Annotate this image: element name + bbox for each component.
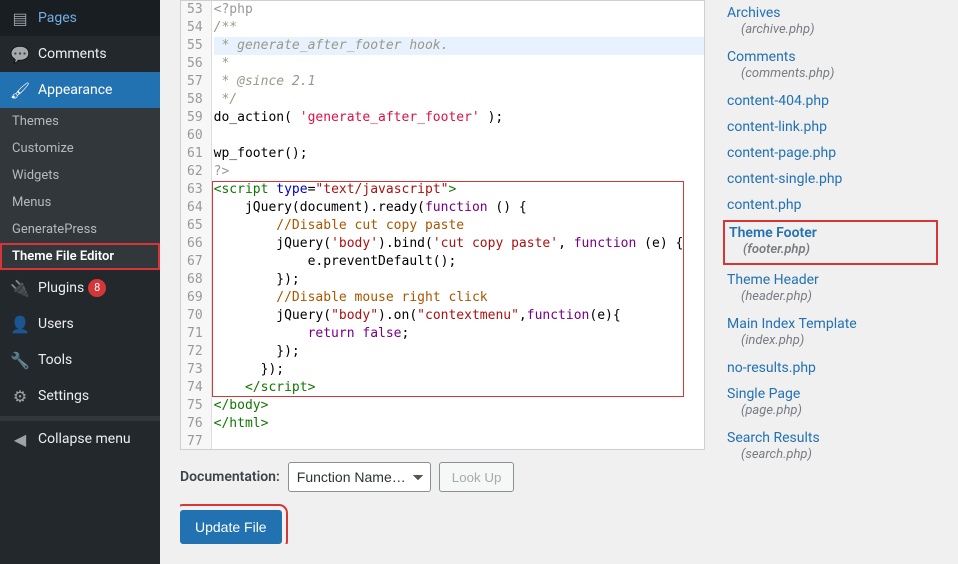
doc-function-select[interactable]: Function Name…: [288, 462, 431, 492]
file-sub-label: (footer.php): [729, 241, 932, 259]
menu-tools-label: Tools: [38, 352, 72, 368]
file-sub-label: (header.php): [727, 288, 934, 306]
menu-settings[interactable]: ⚙ Settings: [0, 378, 160, 414]
settings-icon: ⚙: [10, 386, 30, 406]
file-item[interactable]: content-link.php: [723, 114, 938, 140]
menu-appearance[interactable]: 🖌 Appearance: [0, 72, 160, 108]
file-link[interactable]: content-page.php: [727, 145, 934, 161]
file-item[interactable]: Single Page(page.php): [723, 381, 938, 425]
file-item[interactable]: Search Results(search.php): [723, 425, 938, 469]
file-link[interactable]: no-results.php: [727, 360, 934, 376]
menu-settings-label: Settings: [38, 388, 89, 404]
file-item[interactable]: Theme Header(header.php): [723, 267, 938, 311]
file-item[interactable]: Theme Footer(footer.php): [723, 220, 938, 264]
menu-pages-label: Pages: [38, 10, 77, 26]
collapse-icon: ◀: [10, 429, 30, 449]
file-link[interactable]: Archives: [727, 5, 934, 21]
submenu-themes[interactable]: Themes: [0, 108, 160, 135]
main-content: 5354555657585960616263646566676869707172…: [160, 0, 958, 564]
pages-icon: ▤: [10, 8, 30, 28]
file-item[interactable]: Main Index Template(index.php): [723, 311, 938, 355]
submenu-menus[interactable]: Menus: [0, 189, 160, 216]
file-link[interactable]: content-404.php: [727, 93, 934, 109]
plugins-badge: 8: [88, 279, 106, 297]
plugins-icon: 🔌: [10, 278, 30, 298]
file-link[interactable]: content-single.php: [727, 171, 934, 187]
file-item[interactable]: content-single.php: [723, 166, 938, 192]
menu-plugins[interactable]: 🔌 Plugins8: [0, 270, 160, 306]
menu-collapse[interactable]: ◀ Collapse menu: [0, 421, 160, 457]
file-link[interactable]: content-link.php: [727, 119, 934, 135]
file-link[interactable]: content.php: [727, 197, 934, 213]
file-sub-label: (comments.php): [727, 65, 934, 83]
users-icon: 👤: [10, 314, 30, 334]
menu-users-label: Users: [38, 316, 74, 332]
file-link[interactable]: Theme Header: [727, 272, 934, 288]
menu-users[interactable]: 👤 Users: [0, 306, 160, 342]
menu-tools[interactable]: 🔧 Tools: [0, 342, 160, 378]
submenu-theme-file-editor[interactable]: Theme File Editor: [0, 243, 160, 270]
update-file-button[interactable]: Update File: [180, 510, 282, 544]
menu-comments-label: Comments: [38, 46, 107, 62]
file-item[interactable]: Comments(comments.php): [723, 44, 938, 88]
menu-plugins-label: Plugins: [38, 280, 84, 296]
documentation-row: Documentation: Function Name… Look Up: [180, 462, 705, 492]
file-item[interactable]: Archives(archive.php): [723, 0, 938, 44]
menu-appearance-label: Appearance: [38, 82, 112, 98]
file-link[interactable]: Comments: [727, 49, 934, 65]
code-editor[interactable]: 5354555657585960616263646566676869707172…: [180, 0, 705, 450]
admin-sidebar: ▤ Pages 💬 Comments 🖌 Appearance Themes Cust…: [0, 0, 160, 564]
appearance-icon: 🖌: [10, 80, 30, 100]
file-item[interactable]: content.php: [723, 192, 938, 218]
file-link[interactable]: Main Index Template: [727, 316, 934, 332]
submit-row: Update File: [180, 510, 705, 544]
file-link[interactable]: Search Results: [727, 430, 934, 446]
file-link[interactable]: Single Page: [727, 386, 934, 402]
file-item[interactable]: content-404.php: [723, 88, 938, 114]
code-lines[interactable]: <?php/** * generate_after_footer hook. *…: [212, 1, 704, 449]
file-sub-label: (index.php): [727, 332, 934, 350]
theme-files-list: Archives(archive.php)Comments(comments.p…: [723, 0, 938, 544]
submenu-widgets[interactable]: Widgets: [0, 162, 160, 189]
file-sub-label: (page.php): [727, 402, 934, 420]
line-gutter: 5354555657585960616263646566676869707172…: [181, 1, 212, 449]
documentation-label: Documentation:: [180, 469, 280, 485]
comments-icon: 💬: [10, 44, 30, 64]
menu-collapse-label: Collapse menu: [38, 431, 131, 447]
submenu-generatepress[interactable]: GeneratePress: [0, 216, 160, 243]
tools-icon: 🔧: [10, 350, 30, 370]
menu-pages[interactable]: ▤ Pages: [0, 0, 160, 36]
file-item[interactable]: content-page.php: [723, 140, 938, 166]
file-sub-label: (search.php): [727, 446, 934, 464]
file-link[interactable]: Theme Footer: [729, 225, 932, 241]
lookup-button[interactable]: Look Up: [439, 462, 515, 492]
menu-comments[interactable]: 💬 Comments: [0, 36, 160, 72]
file-item[interactable]: no-results.php: [723, 355, 938, 381]
editor-column: 5354555657585960616263646566676869707172…: [180, 0, 723, 544]
submenu-customize[interactable]: Customize: [0, 135, 160, 162]
file-sub-label: (archive.php): [727, 21, 934, 39]
appearance-submenu: Themes Customize Widgets Menus GenerateP…: [0, 108, 160, 270]
